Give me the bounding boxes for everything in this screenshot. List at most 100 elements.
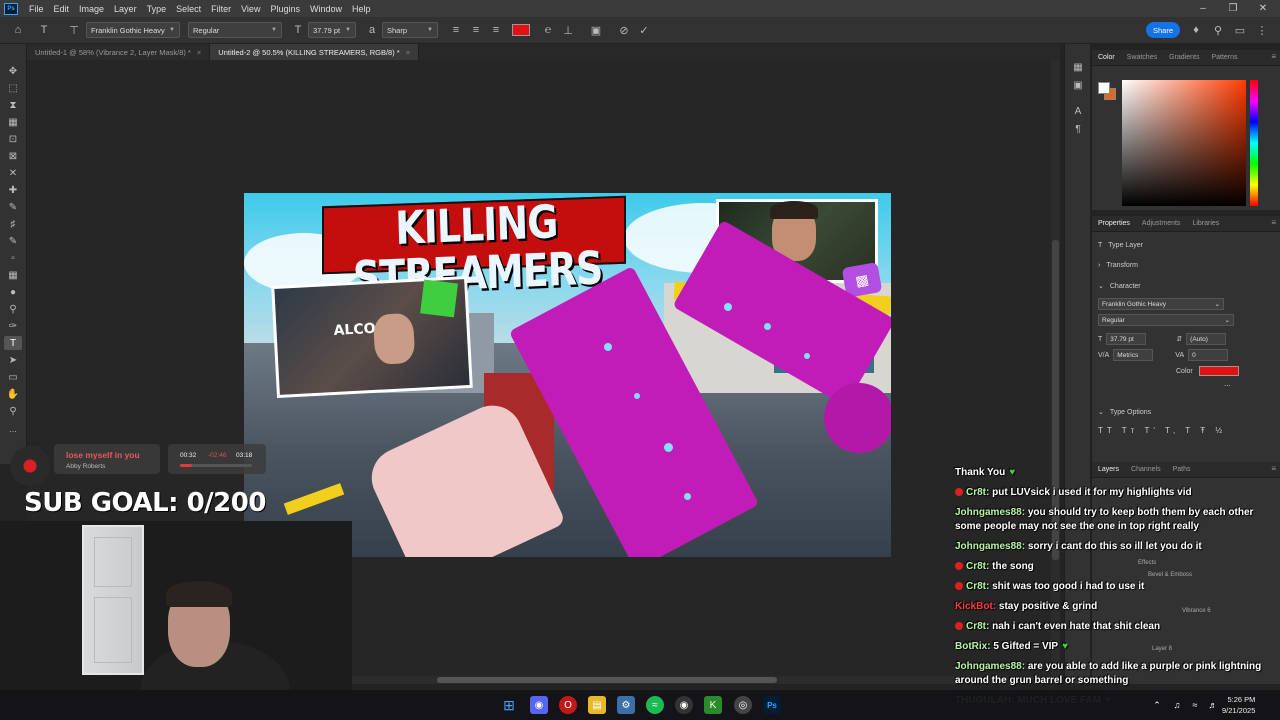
menu-select[interactable]: Select (171, 4, 206, 14)
pen-tool-icon[interactable]: ✑ (4, 319, 22, 333)
settings-icon[interactable]: ⚙ (617, 696, 635, 714)
type-options-section[interactable]: ⌄ Type Options (1098, 408, 1151, 417)
panel-menu-icon[interactable]: ≡ (1271, 218, 1276, 227)
commit-check-icon[interactable]: ✓ (634, 20, 654, 40)
spotify-icon[interactable]: ≈ (646, 696, 664, 714)
close-icon[interactable]: × (197, 48, 201, 57)
blur-tool-icon[interactable]: ● (4, 285, 22, 299)
paragraph-icon[interactable]: ¶ (1071, 122, 1085, 136)
menu-layer[interactable]: Layer (109, 4, 142, 14)
menu-type[interactable]: Type (142, 4, 172, 14)
discord-icon[interactable]: ◉ (530, 696, 548, 714)
history-icon[interactable]: ▦ (1071, 60, 1085, 74)
search-icon[interactable]: ⚲ (1208, 20, 1228, 40)
menu-image[interactable]: Image (74, 4, 109, 14)
character-icon[interactable]: A (1071, 104, 1085, 118)
photoshop-taskbar-icon[interactable]: Ps (763, 696, 781, 714)
workspace-icon[interactable]: ▭ (1230, 20, 1250, 40)
antialias-select[interactable]: Sharp ▼ (382, 22, 438, 38)
menu-window[interactable]: Window (305, 4, 347, 14)
align-left-icon[interactable]: ≡ (446, 20, 466, 40)
type-tool-icon[interactable]: T (34, 20, 54, 40)
text-orientation-icon[interactable]: ⊤ (64, 20, 84, 40)
file-explorer-icon[interactable]: ▤ (588, 696, 606, 714)
history-brush-icon[interactable]: ✎ (4, 234, 22, 248)
tab-properties[interactable]: Properties (1092, 220, 1136, 227)
menu-help[interactable]: Help (347, 4, 376, 14)
more-options-icon[interactable]: ⋯ (1224, 382, 1231, 390)
frame-tool-icon[interactable]: ⊠ (4, 149, 22, 163)
more-tools-icon[interactable]: ⋯ (4, 424, 22, 438)
microphone-icon[interactable]: ♫ (1168, 696, 1186, 714)
hue-slider[interactable] (1250, 80, 1258, 206)
font-style-select[interactable]: Regular ▼ (188, 22, 282, 38)
system-clock[interactable]: 5:26 PM 9/21/2025 (1222, 694, 1255, 716)
scroll-thumb[interactable] (437, 677, 777, 683)
menu-filter[interactable]: Filter (206, 4, 236, 14)
type-options-icons[interactable]: TT Tт T' T, T Ŧ ½ (1098, 426, 1226, 435)
brush-tool-icon[interactable]: ✎ (4, 200, 22, 214)
healing-brush-icon[interactable]: ✚ (4, 183, 22, 197)
tab-untitled-1[interactable]: Untitled-1 @ 58% (Vibrance 2, Layer Mask… (27, 44, 211, 60)
dodge-tool-icon[interactable]: ⚲ (4, 302, 22, 316)
tab-patterns[interactable]: Patterns (1205, 54, 1243, 61)
gradient-tool-icon[interactable]: ▦ (4, 268, 22, 282)
comments-icon[interactable]: ▣ (1071, 78, 1085, 92)
align-right-icon[interactable]: ≡ (486, 20, 506, 40)
kick-icon[interactable]: K (704, 696, 722, 714)
tab-libraries[interactable]: Libraries (1186, 220, 1225, 227)
tab-untitled-2[interactable]: Untitled-2 @ 50.5% (KILLING STREAMERS, R… (210, 44, 420, 60)
char-style-select[interactable]: Regular ⌄ (1098, 314, 1234, 326)
object-select-icon[interactable]: ▦ (4, 115, 22, 129)
hand-tool-icon[interactable]: ✋ (4, 387, 22, 401)
cancel-icon[interactable]: ⊘ (614, 20, 634, 40)
move-tool-icon[interactable]: ✥ (4, 64, 22, 78)
menu-plugins[interactable]: Plugins (265, 4, 305, 14)
tab-adjustments[interactable]: Adjustments (1136, 220, 1187, 227)
text-color-swatch[interactable] (512, 24, 530, 36)
rectangle-tool-icon[interactable]: ▭ (4, 370, 22, 384)
kerning-select[interactable]: Metrics (1113, 349, 1154, 361)
share-button[interactable]: Share (1146, 22, 1180, 38)
char-size-select[interactable]: 37.79 pt (1106, 333, 1147, 345)
char-font-select[interactable]: Franklin Gothic Heavy ⌄ (1098, 298, 1224, 310)
color-picker-field[interactable] (1122, 80, 1246, 206)
character-section[interactable]: ⌄ Character (1098, 282, 1141, 291)
windows-start-icon[interactable]: ⊞ (500, 696, 518, 714)
tab-color[interactable]: Color (1092, 54, 1121, 61)
document-canvas[interactable]: KILLING STREAMERS ALCOHO ▩ (244, 193, 891, 557)
font-size-select[interactable]: 37.79 pt ▼ (308, 22, 356, 38)
opera-icon[interactable]: O (559, 696, 577, 714)
align-center-icon[interactable]: ≡ (466, 20, 486, 40)
minimize-icon[interactable]: – (1188, 0, 1218, 17)
warp-text-icon[interactable]: ℮ (538, 20, 558, 40)
chrome-icon[interactable]: ◎ (734, 696, 752, 714)
transform-section[interactable]: › Transform (1098, 262, 1138, 269)
close-icon[interactable]: × (406, 48, 410, 57)
foreground-color-swatch[interactable] (1098, 82, 1110, 94)
close-icon[interactable]: ✕ (1248, 0, 1278, 17)
clone-stamp-icon[interactable]: ♯ (4, 217, 22, 231)
3d-icon[interactable]: ▣ (586, 20, 606, 40)
path-select-icon[interactable]: ➤ (4, 353, 22, 367)
bell-icon[interactable]: ♦ (1186, 20, 1206, 40)
type-tool-icon[interactable]: T (4, 336, 22, 350)
leading-select[interactable]: (Auto) (1186, 333, 1227, 345)
chevron-up-icon[interactable]: ⌃ (1148, 696, 1166, 714)
eyedropper-tool-icon[interactable]: ✕ (4, 166, 22, 180)
font-family-select[interactable]: Franklin Gothic Heavy ▼ (86, 22, 180, 38)
crop-tool-icon[interactable]: ⊡ (4, 132, 22, 146)
lasso-tool-icon[interactable]: ⧗ (4, 98, 22, 112)
volume-icon[interactable]: ♬ (1204, 696, 1222, 714)
marquee-tool-icon[interactable]: ⬚ (4, 81, 22, 95)
tracking-select[interactable]: 0 (1188, 349, 1229, 361)
menu-view[interactable]: View (236, 4, 265, 14)
maximize-icon[interactable]: ❐ (1218, 0, 1248, 17)
wifi-icon[interactable]: ≈ (1186, 696, 1204, 714)
char-color-swatch[interactable] (1198, 366, 1239, 376)
menu-file[interactable]: File (24, 4, 49, 14)
panel-menu-icon[interactable]: ≡ (1271, 52, 1276, 61)
character-panel-icon[interactable]: ⊥ (558, 20, 578, 40)
home-icon[interactable]: ⌂ (8, 20, 28, 40)
obs-icon[interactable]: ◉ (675, 696, 693, 714)
